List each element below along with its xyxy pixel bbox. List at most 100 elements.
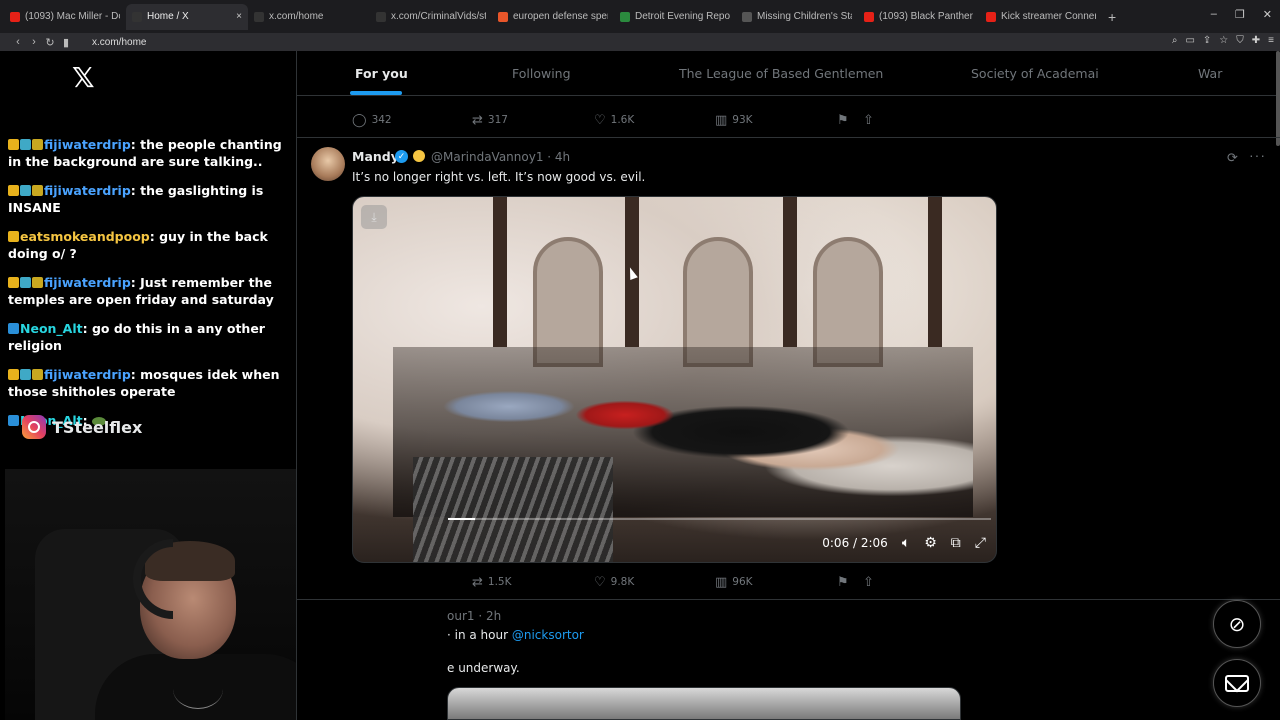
volume-icon[interactable]: 🔈︎ xyxy=(902,535,910,551)
church-beam xyxy=(783,197,797,347)
chat-badge-icon xyxy=(8,323,19,334)
x-logo-icon[interactable]: 𝕏 xyxy=(72,61,95,94)
grok-button[interactable]: ⊘ xyxy=(1213,600,1261,648)
back-icon[interactable]: ‹ xyxy=(10,36,26,48)
forward-icon[interactable]: › xyxy=(26,36,42,48)
next-tweet-media[interactable] xyxy=(447,687,961,720)
pip-icon[interactable]: ⧉ xyxy=(951,535,961,551)
bookmark-button[interactable]: ⚑ xyxy=(837,113,849,128)
restore-icon[interactable]: ❐ xyxy=(1235,8,1245,21)
video-progress-fill xyxy=(448,518,476,520)
zoom-icon[interactable]: ⌕ xyxy=(1172,35,1178,46)
like-button[interactable]: ♡ 9.8K xyxy=(594,575,634,590)
repost-icon: ⇄ xyxy=(472,574,483,590)
chat-badge-icon xyxy=(8,185,19,196)
post-divider xyxy=(297,599,1280,600)
browser-tab[interactable]: Missing Children's Statistics - Global xyxy=(736,4,858,30)
tab-favicon-icon xyxy=(498,11,508,22)
browser-tab[interactable]: x.com/CriminalVids/status/20123152 xyxy=(370,4,492,30)
reload-icon[interactable]: ↻ xyxy=(42,36,58,49)
browser-tab[interactable]: Detroit Evening Report: Hundreds in xyxy=(614,4,736,30)
like-button[interactable]: ♡ 1.6K xyxy=(594,113,634,128)
author-name[interactable]: Mandy xyxy=(352,149,399,164)
browser-tab[interactable]: Home / X × xyxy=(126,3,248,30)
chat-badge-icon xyxy=(20,139,31,150)
mention-link[interactable]: @nicksortor xyxy=(512,628,584,642)
reply-button[interactable]: ◯ 342 xyxy=(352,113,392,128)
browser-tab[interactable]: (1093) Mac Miller - Donald Trump - Y xyxy=(4,4,126,30)
tab-favicon-icon xyxy=(620,11,630,22)
instagram-handle: TSteelflex xyxy=(52,417,143,437)
envelope-icon xyxy=(1225,674,1249,692)
close-tab-icon[interactable]: × xyxy=(236,11,242,22)
heart-icon: ♡ xyxy=(594,574,606,590)
repost-button[interactable]: ⇄ 317 xyxy=(472,113,508,128)
like-count: 1.6K xyxy=(610,114,635,126)
browser-tab[interactable]: (1093) Black Panther Says Ice Is Goin xyxy=(858,4,980,30)
avatar[interactable] xyxy=(311,147,345,181)
video-time: 0:06 / 2:06 xyxy=(822,536,888,550)
chat-message: fijiwaterdrip: Just remember the temples… xyxy=(8,274,292,308)
reply-icon: ◯ xyxy=(352,112,367,128)
chat-separator: : xyxy=(82,321,92,336)
like-count: 9.8K xyxy=(610,576,635,588)
chat-separator: : xyxy=(149,229,160,244)
chat-separator: : xyxy=(130,183,141,198)
video-progress-bar[interactable] xyxy=(448,518,991,520)
close-window-icon[interactable]: ✕ xyxy=(1263,8,1272,21)
shield-icon[interactable]: ⛉ xyxy=(1236,35,1244,46)
browser-tab[interactable]: x.com/home xyxy=(248,4,370,30)
views-button[interactable]: ▥ 93K xyxy=(715,113,753,128)
tweet-actions: ⇄ 1.5K ♡ 9.8K ▥ 96K ⚑ ⇧ xyxy=(297,573,1280,591)
messages-button[interactable] xyxy=(1213,659,1261,707)
heart-icon: ♡ xyxy=(594,112,606,128)
author-handle[interactable]: @MarindaVannoy1 · 4h xyxy=(431,150,570,164)
views-icon: ▥ xyxy=(715,112,728,128)
tab-title: (1093) Mac Miller - Donald Trump - Y xyxy=(25,11,120,22)
tab-league-of-based-gentlemen[interactable]: The League of Based Gentlemen xyxy=(679,66,883,81)
star-icon[interactable]: ☆ xyxy=(1219,35,1228,46)
tab-for-you[interactable]: For you xyxy=(355,66,408,81)
bookmark-icon: ⚑ xyxy=(837,574,849,590)
repost-button[interactable]: ⇄ 1.5K xyxy=(472,575,512,590)
grok-icon[interactable]: ⟳ xyxy=(1227,150,1238,166)
next-tweet-line1: · in a hour xyxy=(447,628,512,642)
chat-badge-icon xyxy=(32,277,43,288)
bookmark-icon[interactable]: ▮ xyxy=(58,36,74,49)
chat-badge-icon xyxy=(32,185,43,196)
tab-following[interactable]: Following xyxy=(512,66,571,81)
views-button[interactable]: ▥ 96K xyxy=(715,575,753,590)
share-button[interactable]: ⇧ xyxy=(863,575,874,590)
tab-favicon-icon xyxy=(254,11,264,22)
chat-username: Neon_Alt xyxy=(20,321,83,336)
settings-gear-icon[interactable]: ⚙ xyxy=(924,535,937,551)
browser-tab[interactable]: Kick streamer Conner gets filmed by xyxy=(980,4,1102,30)
extension-icon[interactable]: ✚ xyxy=(1252,35,1260,46)
x-feed: For you Following The League of Based Ge… xyxy=(296,51,1280,720)
next-tweet-handle[interactable]: our1 · 2h xyxy=(447,609,501,623)
tab-society-of-academai[interactable]: Society of Academai xyxy=(971,66,1099,81)
tab-title: europen defense spending - Brave Se xyxy=(513,11,608,22)
cast-icon[interactable]: ▭ xyxy=(1185,35,1194,46)
view-count: 93K xyxy=(732,114,753,126)
more-options-icon[interactable]: ··· xyxy=(1249,147,1266,163)
chat-badge-icon xyxy=(20,369,31,380)
menu-icon[interactable]: ≡ xyxy=(1268,35,1274,46)
share-button[interactable]: ⇧ xyxy=(863,113,874,128)
browser-tab[interactable]: europen defense spending - Brave Se xyxy=(492,4,614,30)
new-tab-button[interactable]: + xyxy=(1108,9,1116,25)
url-field[interactable]: x.com/home xyxy=(92,37,146,48)
tab-title: x.com/CriminalVids/status/20123152 xyxy=(391,11,486,22)
minimize-icon[interactable]: – xyxy=(1211,8,1217,21)
bookmark-button[interactable]: ⚑ xyxy=(837,575,849,590)
share-icon[interactable]: ⇪ xyxy=(1203,35,1211,46)
fullscreen-icon[interactable]: ⤢ xyxy=(975,535,986,551)
download-icon[interactable]: ⤓ xyxy=(361,205,387,229)
tweet-text: It’s no longer right vs. left. It’s now … xyxy=(352,170,646,184)
video-player[interactable]: ⤓ 0:06 / 2:06 🔈︎ ⚙ ⧉ ⤢ xyxy=(352,196,997,563)
tab-war[interactable]: War xyxy=(1198,66,1222,81)
scrollbar[interactable] xyxy=(1276,51,1280,146)
share-icon: ⇧ xyxy=(863,574,874,590)
tab-favicon-icon xyxy=(132,11,142,22)
active-tab-indicator xyxy=(350,91,402,95)
